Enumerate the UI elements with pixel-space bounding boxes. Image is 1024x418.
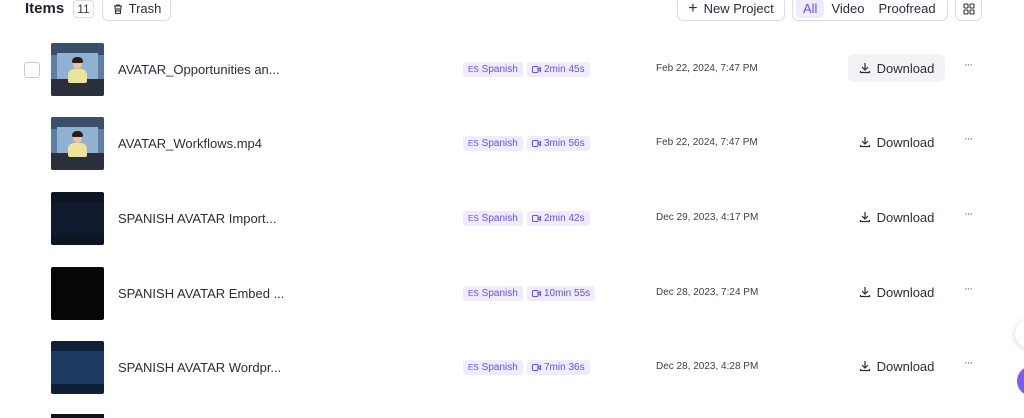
plus-icon: + — [688, 0, 698, 17]
language-badge: ES Spanish — [463, 136, 523, 151]
video-icon — [532, 66, 541, 73]
item-count-badge: 11 — [73, 0, 94, 18]
created-date: Dec 28, 2023, 4:28 PM — [656, 361, 759, 372]
language-badge: ES Spanish — [463, 286, 523, 301]
duration-label: 2min 45s — [544, 64, 585, 75]
duration-badge: 7min 36s — [527, 360, 590, 375]
download-icon — [859, 361, 870, 372]
more-options-button[interactable]: ··· — [961, 284, 975, 298]
created-date: Dec 28, 2023, 7:24 PM — [656, 287, 759, 298]
video-icon — [532, 364, 541, 371]
tab-proofread[interactable]: Proofread — [871, 0, 942, 18]
download-label: Download — [876, 358, 935, 374]
language-badge: ES Spanish — [463, 62, 523, 77]
download-button[interactable]: Download — [848, 203, 945, 231]
duration-label: 10min 55s — [544, 288, 591, 299]
download-icon — [859, 63, 870, 74]
language-badge: ES Spanish — [463, 211, 523, 226]
download-button[interactable]: Download — [848, 278, 945, 306]
video-thumbnail[interactable] — [51, 117, 104, 170]
table-row[interactable]: AVATAR_Opportunities an... ES Spanish 2mi… — [0, 40, 1000, 100]
language-code: ES — [468, 363, 479, 372]
video-icon — [532, 290, 541, 297]
language-code: ES — [468, 214, 479, 223]
download-icon — [859, 287, 870, 298]
created-date: Feb 22, 2024, 7:47 PM — [656, 137, 758, 148]
more-options-button[interactable]: ··· — [961, 134, 975, 148]
video-icon — [532, 140, 541, 147]
download-button[interactable]: Download — [848, 128, 945, 156]
video-icon — [532, 215, 541, 222]
table-row[interactable]: AVATAR_Workflows.mp4 ES Spanish 3min 56s … — [0, 114, 1000, 174]
duration-label: 3min 56s — [544, 138, 585, 149]
file-name[interactable]: SPANISH AVATAR Wordpr... — [118, 360, 281, 375]
table-row[interactable]: SPANISH AVATAR Import... ES Spanish 2min … — [0, 189, 1000, 249]
type-filter-tabs: All Video Proofread — [792, 0, 948, 21]
language-badge: ES Spanish — [463, 360, 523, 375]
language-label: Spanish — [481, 362, 518, 373]
grid-view-button[interactable] — [955, 0, 982, 21]
file-name[interactable]: SPANISH AVATAR Embed ... — [118, 286, 284, 301]
more-options-button[interactable]: ··· — [961, 60, 975, 74]
duration-badge: 10min 55s — [527, 286, 596, 301]
table-row[interactable]: SPANISH AVATAR Wordpr... ES Spanish 7min … — [0, 338, 1000, 398]
file-name[interactable]: AVATAR_Workflows.mp4 — [118, 136, 262, 151]
chat-launcher-button[interactable] — [1017, 366, 1024, 396]
video-thumbnail[interactable] — [51, 192, 104, 245]
duration-label: 7min 36s — [544, 362, 585, 373]
created-date: Feb 22, 2024, 7:47 PM — [656, 63, 758, 74]
created-date: Dec 29, 2023, 4:17 PM — [656, 212, 759, 223]
row-checkbox[interactable] — [24, 62, 40, 78]
download-label: Download — [876, 284, 935, 300]
video-thumbnail[interactable] — [51, 341, 104, 394]
new-project-button[interactable]: + New Project — [677, 0, 785, 21]
language-code: ES — [468, 289, 479, 298]
language-label: Spanish — [481, 138, 518, 149]
duration-badge: 3min 56s — [527, 136, 590, 151]
file-name[interactable]: AVATAR_Opportunities an... — [118, 62, 280, 77]
tab-all[interactable]: All — [796, 0, 825, 18]
download-icon — [859, 137, 870, 148]
language-label: Spanish — [481, 213, 518, 224]
more-options-button[interactable]: ··· — [961, 209, 975, 223]
duration-label: 2min 42s — [544, 213, 585, 224]
download-icon — [859, 212, 870, 223]
table-row[interactable]: SPANISH AVATAR Embed ... ES Spanish 10min… — [0, 264, 1000, 324]
language-code: ES — [468, 65, 479, 74]
language-code: ES — [468, 139, 479, 148]
duration-badge: 2min 42s — [527, 211, 590, 226]
download-label: Download — [876, 60, 935, 76]
page-title: Items — [25, 0, 65, 17]
video-thumbnail[interactable] — [51, 414, 104, 418]
download-button[interactable]: Download — [848, 54, 945, 82]
tab-video[interactable]: Video — [824, 0, 871, 18]
new-project-label: New Project — [703, 1, 774, 16]
trash-icon — [113, 3, 122, 14]
trash-button[interactable]: Trash — [102, 0, 171, 21]
items-toolbar: Items 11 Trash + New Project All Video P… — [0, 0, 1024, 22]
duration-badge: 2min 45s — [527, 62, 590, 77]
trash-label: Trash — [128, 1, 162, 16]
language-label: Spanish — [481, 288, 518, 299]
grid-icon — [962, 2, 975, 15]
download-label: Download — [876, 209, 935, 225]
download-label: Download — [876, 134, 935, 150]
video-thumbnail[interactable] — [51, 43, 104, 96]
language-label: Spanish — [481, 64, 518, 75]
file-name[interactable]: SPANISH AVATAR Import... — [118, 211, 276, 226]
floating-action-button[interactable] — [1015, 320, 1024, 348]
download-button[interactable]: Download — [848, 352, 945, 380]
video-thumbnail[interactable] — [51, 267, 104, 320]
more-options-button[interactable]: ··· — [961, 358, 975, 372]
